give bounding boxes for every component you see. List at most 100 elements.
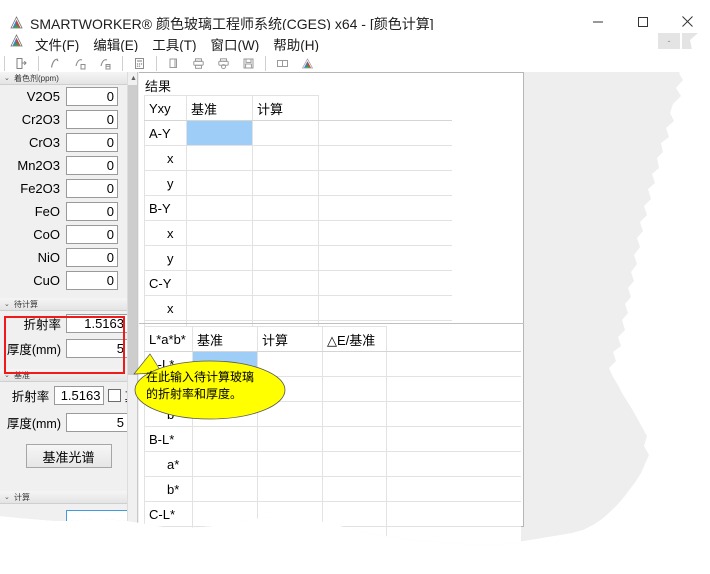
table-cell[interactable] (187, 246, 253, 271)
row-label: y (145, 171, 187, 196)
row-label: b* (145, 477, 193, 502)
table-cell[interactable] (323, 402, 387, 427)
input-ref-thickness[interactable]: 5 (66, 413, 128, 432)
table-cell (387, 452, 521, 477)
callout-line-1: 在此输入待计算玻璃 (146, 369, 270, 386)
table-row[interactable]: x (145, 221, 452, 246)
table-row[interactable]: x (145, 146, 452, 171)
mdi-minimize-button[interactable]: ⌐ (682, 33, 704, 49)
open-spectrum-icon[interactable] (43, 53, 68, 73)
table-cell (319, 296, 452, 321)
input-fe2o3[interactable]: 0 (66, 179, 118, 198)
input-ref-refractive-index[interactable]: 1.5163 (54, 386, 104, 405)
scroll-up-icon[interactable]: ▲ (128, 72, 138, 85)
table-cell[interactable] (193, 452, 258, 477)
input-calc[interactable] (66, 510, 128, 528)
table-cell[interactable] (253, 146, 319, 171)
table-cell[interactable] (187, 171, 253, 196)
input-feo[interactable]: 0 (66, 202, 118, 221)
calculate-group-header[interactable]: ⌄ 计算 (0, 491, 137, 504)
row-label: C-Y (145, 271, 187, 296)
row-label: a* (145, 452, 193, 477)
table-cell[interactable] (253, 271, 319, 296)
table-cell[interactable] (253, 121, 319, 146)
table-row[interactable]: a* (145, 452, 521, 477)
table-cell[interactable] (258, 427, 323, 452)
table-cell[interactable] (187, 221, 253, 246)
table-cell[interactable] (258, 502, 323, 527)
copy-icon[interactable] (161, 53, 186, 73)
table-row[interactable]: y (145, 171, 452, 196)
print-icon[interactable] (186, 53, 211, 73)
save-icon[interactable] (236, 53, 261, 73)
input-cr2o3[interactable]: 0 (66, 110, 118, 129)
new-document-icon[interactable] (9, 53, 34, 73)
table-cell[interactable] (323, 502, 387, 527)
table-row[interactable]: B-Y (145, 196, 452, 221)
print-preview-icon[interactable] (211, 53, 236, 73)
table-row[interactable]: a* (145, 527, 521, 552)
lab-col-0: L*a*b* (145, 327, 193, 352)
table-cell[interactable] (253, 221, 319, 246)
calculate-icon[interactable] (127, 53, 152, 73)
input-target-thickness[interactable]: 5 (66, 339, 128, 358)
table-cell[interactable] (187, 271, 253, 296)
table-cell[interactable] (253, 171, 319, 196)
table-header-row: L*a*b* 基准 计算 △E/基准 (145, 327, 521, 352)
table-cell[interactable] (323, 477, 387, 502)
callout-line-2: 的折射率和厚度。 (146, 386, 270, 403)
table-cell[interactable] (323, 452, 387, 477)
table-row[interactable]: B-L* (145, 427, 521, 452)
table-cell[interactable] (187, 196, 253, 221)
table-row[interactable]: C-Y (145, 271, 452, 296)
mdi-restore-button[interactable]: - (658, 33, 680, 49)
table-cell[interactable] (187, 121, 253, 146)
table-cell[interactable] (253, 196, 319, 221)
reference-group-header[interactable]: ⌄ 基准 (0, 369, 137, 382)
to-calculate-group-header[interactable]: ⌄ 待计算 (0, 298, 137, 311)
input-mn2o3[interactable]: 0 (66, 156, 118, 175)
import-data-icon[interactable] (68, 53, 93, 73)
table-cell[interactable] (258, 477, 323, 502)
sidebar-scrollbar[interactable]: ▲ (127, 72, 138, 527)
input-cuo[interactable]: 0 (66, 271, 118, 290)
about-icon[interactable] (295, 53, 320, 73)
table-cell[interactable] (193, 502, 258, 527)
input-target-refractive-index[interactable]: 1.5163 (66, 314, 128, 333)
table-cell[interactable] (258, 527, 323, 552)
table-cell[interactable] (323, 427, 387, 452)
field-label-ref-thickness: 厚度(mm) (4, 413, 66, 432)
table-cell[interactable] (253, 246, 319, 271)
scrollbar-thumb[interactable] (128, 85, 138, 375)
table-row[interactable]: y (145, 246, 452, 271)
table-row[interactable]: C-L* (145, 502, 521, 527)
field-ref-thickness: 厚度(mm) 5 (0, 409, 137, 436)
input-cro3[interactable]: 0 (66, 133, 118, 152)
table-cell[interactable] (323, 527, 387, 552)
chevron-down-icon: ⌄ (4, 72, 10, 85)
real-value-checkbox[interactable] (108, 389, 121, 402)
table-cell[interactable] (193, 427, 258, 452)
field-target-thickness: 厚度(mm) 5 (0, 336, 137, 361)
row-label: x (145, 146, 187, 171)
table-row[interactable]: b* (145, 477, 521, 502)
table-cell[interactable] (193, 477, 258, 502)
input-coo[interactable]: 0 (66, 225, 118, 244)
table-cell[interactable] (193, 527, 258, 552)
row-label: y (145, 246, 187, 271)
reference-spectrum-button[interactable]: 基准光谱 (26, 444, 112, 468)
table-row[interactable]: x (145, 296, 452, 321)
table-cell[interactable] (187, 296, 253, 321)
table-row[interactable]: A-Y (145, 121, 452, 146)
tile-windows-icon[interactable] (270, 53, 295, 73)
colorant-group-header[interactable]: ⌄ 着色剂(ppm) (0, 72, 137, 85)
input-nio[interactable]: 0 (66, 248, 118, 267)
table-cell[interactable] (258, 452, 323, 477)
table-cell[interactable] (253, 296, 319, 321)
table-cell[interactable] (323, 352, 387, 377)
input-v2o5[interactable]: 0 (66, 87, 118, 106)
table-cell[interactable] (323, 377, 387, 402)
row-label: x (145, 296, 187, 321)
export-data-icon[interactable] (93, 53, 118, 73)
table-cell[interactable] (187, 146, 253, 171)
